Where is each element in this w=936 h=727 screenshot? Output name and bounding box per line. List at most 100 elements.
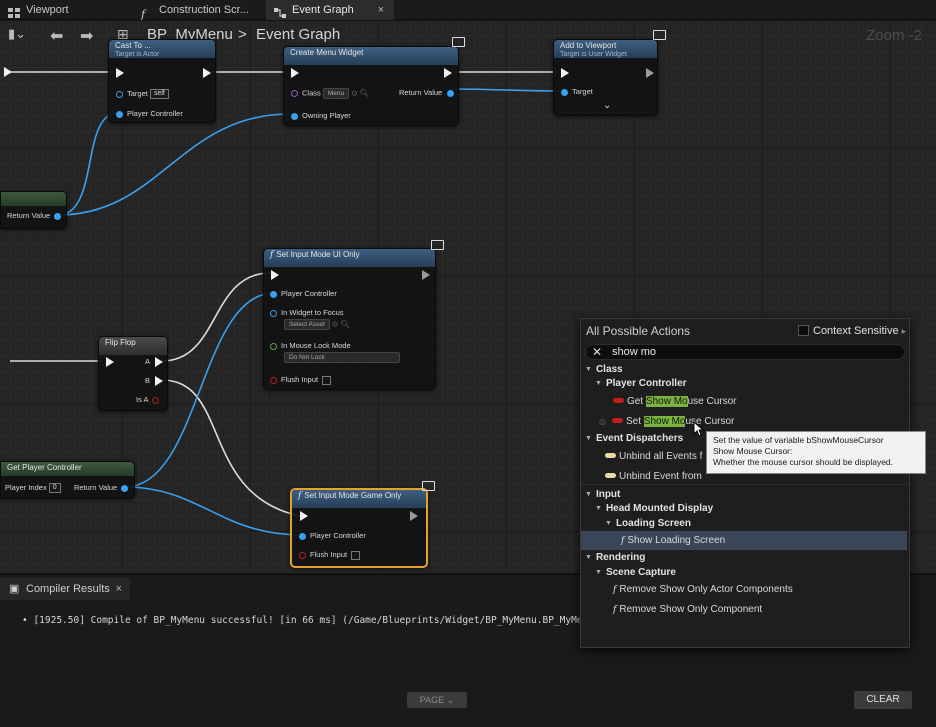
tooltip-line: Whether the mouse cursor should be displ… [713,457,894,467]
exec-in-pin[interactable] [116,68,124,78]
back-arrow-icon[interactable]: ⬅ [50,26,63,46]
widget-to-focus-pin[interactable]: In Widget to Focus [270,308,344,318]
mouse-lock-mode-pin[interactable]: In Mouse Lock Mode [270,341,351,351]
monitor-icon [452,37,465,47]
exec-pin[interactable] [4,67,12,77]
flush-input-checkbox[interactable] [351,550,361,560]
player-controller-pin[interactable]: Player Controller [270,289,337,299]
player-index-pin[interactable]: Player Index 0 [5,483,61,494]
target-pin[interactable]: Target [561,87,593,97]
widget-focus-combo[interactable]: Select Asset ⊙ 🔍︎ [284,319,350,330]
mouse-cursor-icon [693,421,705,437]
node-subtitle: Target is Actor [115,51,160,58]
zoom-level: Zoom -2 [866,27,922,44]
create-widget-node[interactable]: Create Menu Widget Class Menu ⊙ 🔍︎ Retur… [283,37,465,126]
action-get-show-mouse-cursor[interactable]: Get Show Mouse Cursor [581,392,907,411]
node-title: Cast To ... [115,41,151,50]
tab-viewport[interactable]: Viewport [0,0,132,20]
flush-input-checkbox[interactable] [322,375,332,385]
tab-label: Construction Scr... [159,4,249,16]
exec-out-pin[interactable] [422,270,430,280]
return-value-pin[interactable]: Return Value [74,483,129,493]
add-to-viewport-node[interactable]: Add to Viewport Target is User Widget Ta… [553,30,666,116]
expand-chevron-icon[interactable]: ⌄ [603,101,611,111]
page-button[interactable]: PAGE ⌄ [407,692,467,708]
node-header: Flip Flop [99,337,167,355]
chevron-right-icon: ▸ [901,326,907,336]
category-player-controller[interactable]: ▼ Player Controller [581,374,907,393]
exec-out-pin[interactable] [646,68,654,78]
exec-in-pin[interactable] [561,68,569,78]
return-value-pin[interactable]: Return Value [399,88,455,98]
tab-compiler-results[interactable]: ▣ Compiler Results × [0,578,130,600]
exec-in-pin[interactable] [106,357,114,367]
exec-in-pin[interactable] [271,270,279,280]
function-icon: f [141,8,146,20]
b-pin[interactable]: B [145,376,150,386]
grid-icon [8,5,20,18]
exec-in-pin[interactable] [291,68,299,78]
event-icon [605,453,616,458]
node-header: Cast To ... Target is Actor [109,40,215,58]
flush-input-pin[interactable]: Flush Input [299,550,361,560]
context-sensitive-checkbox[interactable] [798,325,809,336]
context-sensitive-toggle[interactable]: Context Sensitive ▸ [798,325,906,337]
get-player-controller-node[interactable]: Get Player Controller Player Index 0 Ret… [0,461,135,499]
action-remove-show-only-component[interactable]: f Remove Show Only Component [581,600,907,619]
breadcrumb-graph[interactable]: Event Graph [256,26,340,43]
node-title: Create Menu Widget [290,48,364,57]
getter-node[interactable]: Return Value [0,191,67,229]
tab-label: Event Graph [292,4,354,16]
tab-construction-script[interactable]: f Construction Scr... [133,0,265,20]
all-possible-actions-menu: All Possible Actions Context Sensitive ▸… [580,318,910,648]
breadcrumb-separator: > [238,26,247,43]
function-icon: f [270,250,274,260]
flush-input-pin[interactable]: Flush Input [270,375,332,385]
class-pin[interactable]: Class Menu ⊙ 🔍︎ [291,88,369,99]
set-input-mode-ui-node[interactable]: f Set Input Mode UI Only Player Controlle… [263,240,444,390]
owning-player-pin[interactable]: Owning Player [291,111,351,121]
exec-a-out-pin[interactable] [155,357,163,367]
target-value: self [149,89,169,100]
close-tab-icon[interactable]: × [378,0,384,20]
radio-icon: ◎ [599,417,606,426]
bookmark-icon[interactable]: ▮⌄ [8,26,26,42]
menu-title: All Possible Actions [586,324,691,338]
action-remove-show-only-actor-components[interactable]: f Remove Show Only Actor Components [581,580,907,599]
search-input[interactable]: ✕ show mo [585,344,905,360]
a-pin[interactable]: A [145,357,150,367]
class-combo[interactable]: Menu [322,88,350,99]
exec-out-pin[interactable] [203,68,211,78]
mouse-lock-combo[interactable]: Do Not Lock [284,352,400,363]
node-title: Get Player Controller [7,463,82,472]
exec-b-out-pin[interactable] [155,376,163,386]
return-value-pin[interactable]: Return Value [7,211,62,221]
monitor-icon [653,30,666,40]
close-tab-icon[interactable]: × [116,578,122,600]
clear-search-icon[interactable]: ✕ [592,345,602,359]
tooltip: Set the value of variable bShowMouseCurs… [706,431,926,474]
clear-button[interactable]: CLEAR [854,691,912,709]
player-controller-pin[interactable]: Player Controller [116,109,183,119]
node-header: Get Player Controller [1,462,134,476]
monitor-icon [422,481,435,491]
expand-triangle-icon: ▼ [595,380,602,387]
node-title: Set Input Mode UI Only [276,250,360,259]
flip-flop-node[interactable]: Flip Flop A B Is A [98,336,168,411]
exec-in-pin[interactable] [300,511,308,521]
forward-arrow-icon[interactable]: ➡ [80,26,93,46]
exec-out-pin[interactable] [410,511,418,521]
node-title: Flip Flop [105,338,136,347]
tab-event-graph[interactable]: Event Graph × [266,0,394,20]
set-input-mode-game-node[interactable]: f Set Input Mode Game Only Player Control… [290,481,435,568]
node-header: f Set Input Mode Game Only [292,490,426,508]
cast-node[interactable]: Cast To ... Target is Actor Target self … [108,39,216,123]
target-pin[interactable]: Target self [116,89,169,100]
tab-label: Compiler Results [26,583,110,595]
event-icon [605,473,616,478]
tab-bar: Viewport f Construction Scr... Event Gra… [0,0,936,20]
player-controller-pin[interactable]: Player Controller [299,531,366,541]
is-a-pin[interactable]: Is A [136,395,160,405]
tooltip-line: Set the value of variable bShowMouseCurs… [713,435,884,445]
exec-out-pin[interactable] [444,68,452,78]
